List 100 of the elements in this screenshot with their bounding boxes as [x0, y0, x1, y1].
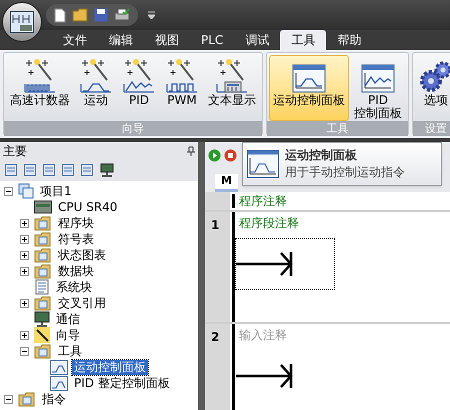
- ribbon-button[interactable]: 运动控制面板: [269, 55, 349, 121]
- tree-item[interactable]: 状态图表: [56, 248, 108, 262]
- expand-toggle[interactable]: [20, 218, 29, 228]
- ribbon-button[interactable]: 选项: [415, 55, 450, 121]
- monitor-icon: [34, 311, 50, 327]
- plc-icon: [34, 200, 52, 214]
- tree-item[interactable]: 系统块: [54, 280, 94, 294]
- tooltip-title: 运动控制面板: [285, 147, 358, 164]
- wand-chart-icon: [122, 58, 156, 94]
- power-rail-arrow: [236, 361, 294, 391]
- tree-item[interactable]: 指令: [40, 392, 68, 406]
- tree-item[interactable]: 数据块: [56, 264, 96, 278]
- tree-item[interactable]: 运动控制面板: [72, 360, 148, 374]
- toolbar-icon[interactable]: [62, 164, 74, 176]
- group-label: 设置: [413, 121, 450, 136]
- ribbon-tab[interactable]: 编辑: [98, 30, 144, 50]
- chart-window-icon: [50, 360, 68, 374]
- expand-toggle[interactable]: [20, 234, 29, 244]
- toolbar-icon[interactable]: [81, 164, 93, 176]
- chart-window-icon: [50, 376, 68, 390]
- ribbon-tab[interactable]: 工具: [280, 30, 326, 50]
- ribbon-tab[interactable]: 调试: [234, 30, 280, 50]
- open-folder-icon[interactable]: [72, 8, 88, 22]
- ribbon-button[interactable]: 文本显示: [204, 55, 260, 121]
- gears-icon: [419, 60, 450, 94]
- document-icon: [34, 279, 50, 295]
- button-label: 文本显示: [208, 94, 256, 107]
- toolbar-icon[interactable]: [5, 164, 17, 176]
- expand-toggle[interactable]: [20, 250, 29, 260]
- chart-window-icon: [361, 64, 395, 94]
- folder-icon: [34, 296, 52, 310]
- folder-icon: [34, 248, 52, 262]
- ribbon-button[interactable]: 运动: [75, 55, 117, 121]
- button-label: PID: [368, 94, 388, 107]
- dropdown-icon[interactable]: [148, 11, 155, 19]
- expand-toggle[interactable]: [20, 266, 29, 276]
- expand-toggle[interactable]: [20, 298, 29, 308]
- toolbar-icon[interactable]: [43, 164, 55, 176]
- project-icon: [18, 183, 34, 199]
- button-label: 运动: [84, 94, 108, 107]
- wand-chart-icon: [23, 58, 57, 94]
- button-label: PID: [128, 94, 149, 107]
- ribbon-button[interactable]: 高速计数器: [6, 55, 74, 121]
- button-label: 高速计数器: [10, 94, 70, 107]
- folder-icon: [34, 264, 52, 278]
- wand-icon: [34, 327, 50, 343]
- button-label: 控制面板: [354, 107, 402, 120]
- new-file-icon[interactable]: [54, 8, 66, 22]
- comment-marker: [232, 194, 235, 208]
- folder-icon: [34, 344, 52, 358]
- collapse-toggle[interactable]: [4, 394, 13, 404]
- ribbon-button[interactable]: PWM: [161, 55, 203, 121]
- network-number: 1: [211, 218, 220, 232]
- tree-item[interactable]: 程序块: [56, 216, 96, 230]
- panel-title: 主要: [3, 142, 27, 160]
- wand-chart-icon: [215, 58, 249, 94]
- tooltip-description: 用于手动控制运动指令: [285, 164, 405, 181]
- ribbon-tab[interactable]: 文件: [52, 30, 98, 50]
- ribbon-tab[interactable]: PLC: [190, 30, 234, 50]
- power-rail-arrow: [236, 249, 294, 279]
- folder-icon: [18, 392, 36, 406]
- chart-window-icon: [292, 64, 326, 94]
- ribbon-button[interactable]: PID 控制面板: [350, 55, 406, 121]
- network-number: 2: [211, 330, 220, 344]
- ribbon-tab[interactable]: 帮助: [326, 30, 372, 50]
- expand-toggle[interactable]: [20, 330, 29, 340]
- toolbar-icon[interactable]: [24, 164, 36, 176]
- program-comment[interactable]: 程序注释: [239, 192, 287, 210]
- chart-window-icon: [247, 150, 279, 178]
- wand-chart-icon: [79, 58, 113, 94]
- collapse-toggle[interactable]: [4, 186, 13, 196]
- tree-item[interactable]: 通信: [54, 312, 82, 326]
- tree-item[interactable]: PID 整定控制面板: [72, 376, 172, 390]
- ribbon-tab[interactable]: 视图: [144, 30, 190, 50]
- collapse-toggle[interactable]: [20, 346, 29, 356]
- tree-item[interactable]: 符号表: [56, 232, 96, 246]
- program-tab[interactable]: M: [215, 174, 238, 192]
- app-menu-button[interactable]: [2, 2, 42, 42]
- tree-item[interactable]: 工具: [56, 344, 84, 358]
- button-label: 选项: [424, 94, 448, 107]
- ladder-window-icon: [10, 11, 34, 33]
- run-icon[interactable]: [208, 148, 221, 162]
- group-label: 向导: [4, 121, 262, 136]
- stop-icon[interactable]: [224, 148, 237, 162]
- printer-icon[interactable]: [114, 8, 130, 22]
- ribbon-button[interactable]: PID: [118, 55, 160, 121]
- folder-icon: [34, 232, 52, 246]
- save-icon[interactable]: [94, 8, 108, 22]
- wand-chart-icon: [165, 58, 199, 94]
- tree-item[interactable]: CPU SR40: [56, 200, 120, 214]
- button-label: PWM: [167, 94, 197, 107]
- folder-icon: [34, 216, 52, 230]
- network-comment[interactable]: 程序段注释: [239, 214, 299, 232]
- tree-item[interactable]: 项目1: [38, 184, 74, 198]
- monitor-icon[interactable]: [100, 163, 114, 177]
- pin-icon[interactable]: [187, 146, 195, 156]
- tree-item[interactable]: 向导: [54, 328, 82, 342]
- button-label: 运动控制面板: [273, 94, 345, 107]
- tree-item[interactable]: 交叉引用: [56, 296, 108, 310]
- network-area[interactable]: [235, 238, 335, 290]
